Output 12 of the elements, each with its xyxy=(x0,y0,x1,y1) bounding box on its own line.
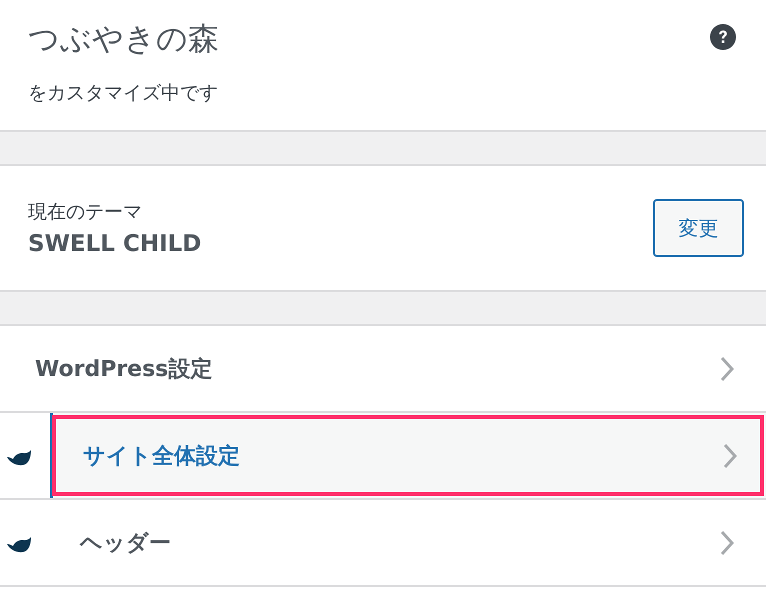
section-item[interactable]: ヘッダー xyxy=(50,500,766,585)
theme-name: SWELL CHILD xyxy=(28,231,202,257)
section-item[interactable]: サイト全体設定 xyxy=(50,413,766,498)
change-theme-button[interactable]: 変更 xyxy=(653,199,744,257)
chevron-icon xyxy=(720,356,734,382)
section-item[interactable]: WordPress設定 xyxy=(0,326,766,411)
help-icon[interactable] xyxy=(710,24,736,50)
theme-label: 現在のテーマ xyxy=(28,200,143,225)
site-title: つぶやきの森 xyxy=(28,20,219,59)
chevron-icon xyxy=(720,530,734,556)
customizing-caption: をカスタマイズ中です xyxy=(28,81,219,106)
chevron-icon xyxy=(723,442,737,468)
